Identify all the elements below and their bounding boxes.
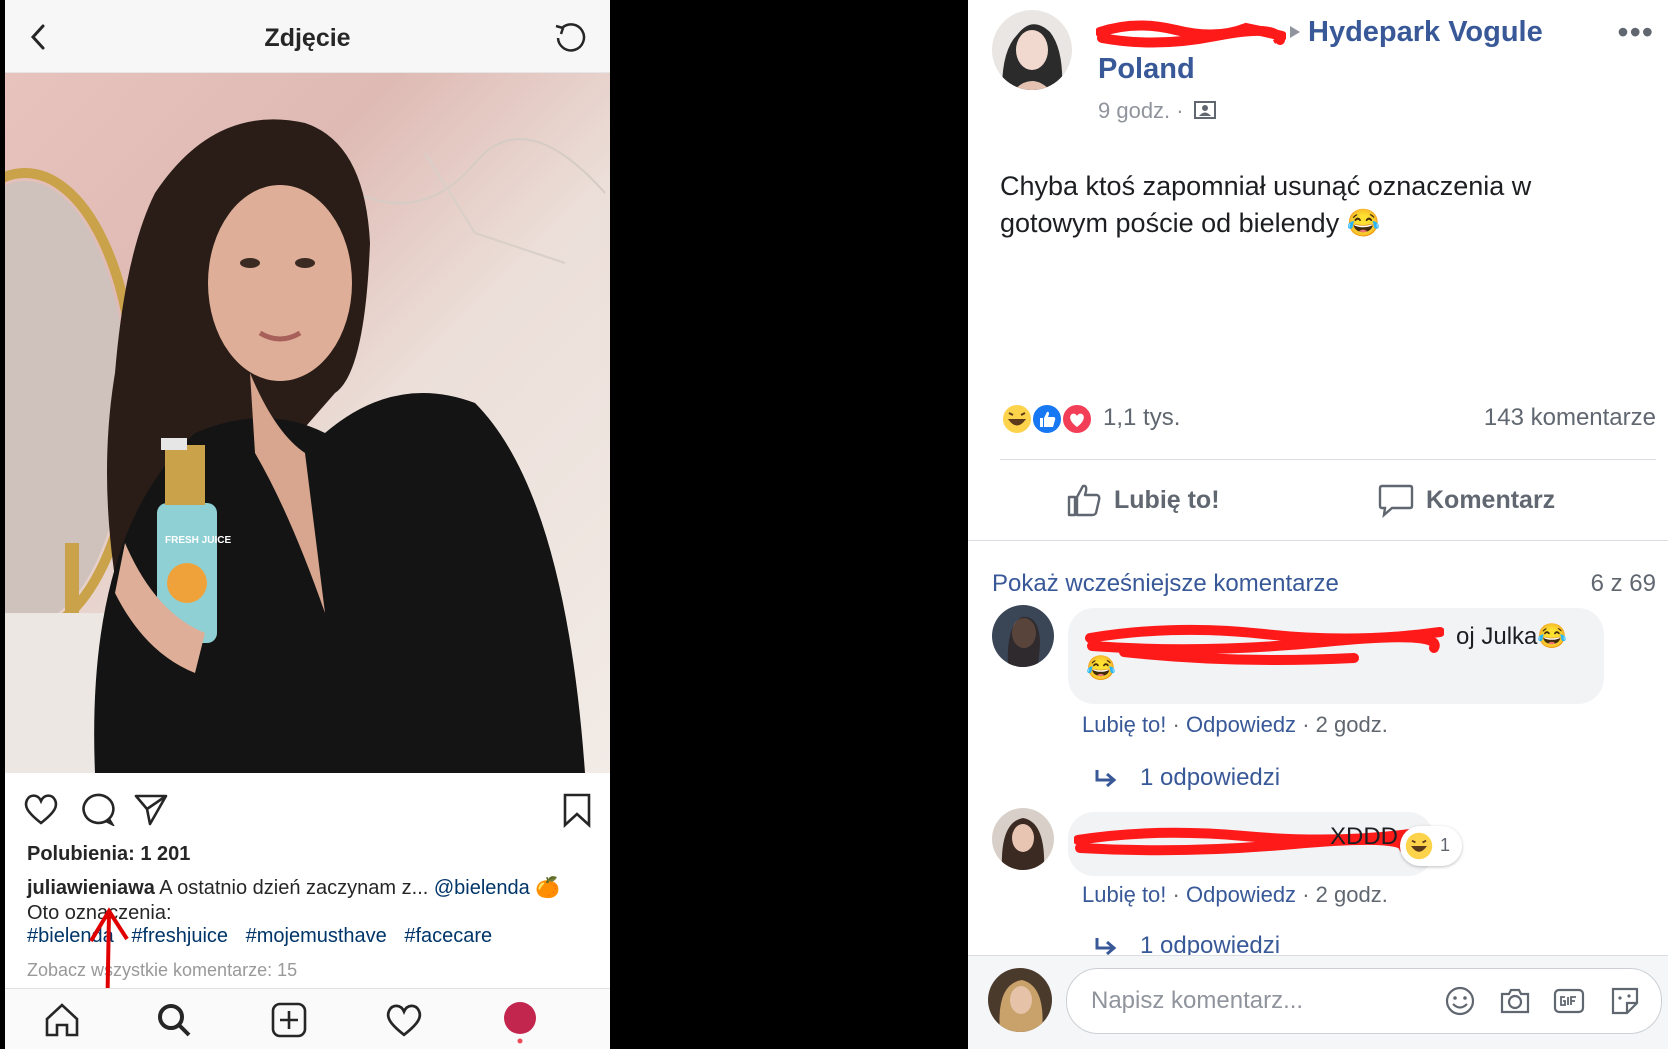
hashtag[interactable]: #freshjuice [131,925,228,947]
bottom-tab-bar [5,988,610,1049]
like-reaction-icon [1031,403,1063,435]
caption-text: A ostatnio dzień zaczynam z... [159,877,429,899]
post-photo[interactable]: FRESH JUICE [5,73,610,773]
orange-emoji: 🍊 [535,877,561,899]
comment-reaction-badge[interactable]: 1 [1400,826,1462,866]
like-button[interactable]: Lubię to! [1066,482,1220,518]
reply-arrow-icon [1095,938,1117,956]
bookmark-icon[interactable] [562,792,592,828]
comment-input[interactable]: Napisz komentarz... [1066,968,1662,1034]
caption-username[interactable]: juliawieniawa [27,877,155,899]
comment-like-link[interactable]: Lubię to! [1082,712,1166,737]
hashtag[interactable]: #facecare [404,925,492,947]
ig-header: Zdjęcie [5,0,610,73]
reactions-count[interactable]: 1,1 tys. [1103,404,1180,432]
comment-actions: Lubię to! · Odpowiedz · 2 godz. [1082,712,1388,737]
comment-bubble: XDDD [1068,812,1434,876]
author-avatar[interactable] [992,10,1072,90]
activity-heart-icon[interactable] [385,1001,423,1039]
commenter-avatar[interactable] [992,605,1054,667]
refresh-icon[interactable] [552,20,588,56]
sticker-icon[interactable] [1609,985,1641,1017]
haha-reaction-icon [1001,403,1033,435]
post-text: Chyba ktoś zapomniał usunąć oznaczenia w… [1000,171,1532,238]
current-user-avatar [988,968,1052,1032]
facebook-screenshot: Hydepark Vogule Poland ••• 9 godz. · Chy… [968,0,1668,1049]
post-actions [23,792,592,832]
gif-icon[interactable] [1553,985,1585,1017]
divider [968,540,1668,541]
group-audience-icon [1193,101,1216,119]
view-all-comments-link[interactable]: Zobacz wszystkie komentarze: 15 [27,960,297,981]
bottle-label: FRESH JUICE [165,535,231,546]
comment-icon[interactable] [79,792,115,826]
comment-time[interactable]: 2 godz. [1316,712,1388,737]
emoji-icon[interactable] [1444,985,1476,1017]
show-previous-comments-link[interactable]: Pokaż wcześniejsze komentarze [992,570,1339,598]
search-icon[interactable] [155,1001,193,1039]
divider [1000,459,1656,460]
thumbs-up-icon [1067,484,1101,517]
commenter-avatar[interactable] [992,808,1054,870]
comment-input-placeholder: Napisz komentarz... [1091,987,1304,1014]
instagram-screenshot: Zdjęcie FRESH JUICE Polubienia: 1 201 ju… [5,0,610,1049]
comment-reply-link[interactable]: Odpowiedz [1186,712,1296,737]
camera-icon[interactable] [1499,985,1531,1017]
caption-mention[interactable]: @bielenda [434,877,530,899]
comment-bubble-icon [1378,484,1414,518]
profile-avatar-icon[interactable] [501,1001,539,1045]
comment-reply-link[interactable]: Odpowiedz [1186,882,1296,907]
home-icon[interactable] [43,1001,81,1039]
heart-icon[interactable] [23,792,59,826]
reply-arrow-icon [1095,770,1117,788]
comment-actions: Lubię to! · Odpowiedz · 2 godz. [1082,882,1388,907]
haha-reaction-icon [1405,832,1433,860]
comment-bubble: oj Julka😂 😂 [1068,608,1604,704]
comment-text: XDDD [1330,823,1399,850]
comment-time[interactable]: 2 godz. [1316,882,1388,907]
post-timestamp: 9 godz. · [1098,98,1216,124]
comments-count[interactable]: 143 komentarze [1484,404,1656,432]
page-title: Zdjęcie [264,24,351,52]
comment-like-link[interactable]: Lubię to! [1082,882,1166,907]
comment-text: oj Julka😂 [1456,623,1568,650]
redacted-commenter-name [1085,624,1444,665]
love-reaction-icon [1061,403,1093,435]
share-icon[interactable] [133,792,169,826]
more-options-icon[interactable]: ••• [1617,14,1654,51]
add-post-icon[interactable] [270,1001,308,1039]
group-name[interactable]: Hydepark Vogule Poland [1098,14,1578,88]
laugh-emoji: 😂 [1086,655,1116,682]
reaction-count: 1 [1440,835,1451,855]
likes-count[interactable]: Polubienia: 1 201 [27,843,190,866]
view-replies-link[interactable]: 1 odpowiedzi [1094,764,1280,792]
hashtag[interactable]: #mojemusthave [246,925,387,947]
comment-button[interactable]: Komentarz [1378,482,1555,518]
comment-composer: Napisz komentarz... [968,955,1668,1049]
comments-pager: 6 z 69 [1590,570,1656,597]
